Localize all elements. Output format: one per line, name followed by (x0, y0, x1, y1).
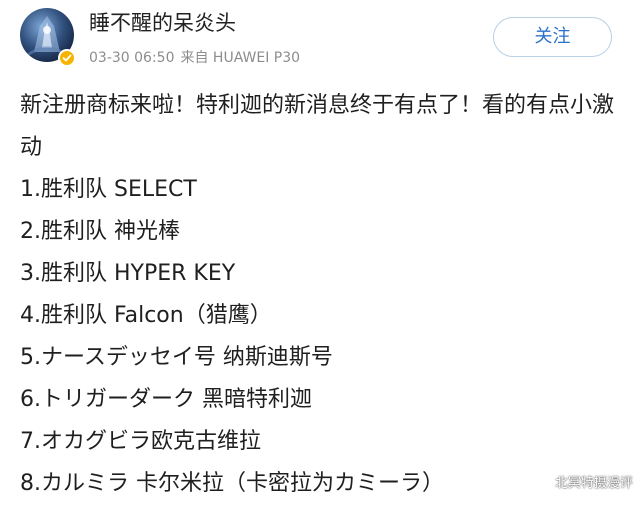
post-intro-text: 新注册商标来啦！特利迦的新消息终于有点了！看的有点小激动 (20, 93, 615, 160)
post-meta: 03-30 06:50 来自 HUAWEI P30 (89, 48, 300, 68)
verified-icon (58, 49, 76, 67)
list-item: 4.胜利队 Falcon（猎鹰） (20, 303, 272, 328)
list-item: 1.胜利队 SELECT (20, 177, 197, 202)
username[interactable]: 睡不醒的呆炎头 (89, 9, 236, 37)
post-source: 来自 HUAWEI P30 (180, 50, 301, 66)
list-item: 7.オカグビラ欧克古维拉 (20, 429, 261, 454)
list-item: 6.トリガーダーク 黑暗特利迦 (20, 387, 312, 412)
trademark-list: 1.胜利队 SELECT 2.胜利队 神光棒 3.胜利队 HYPER KEY 4… (20, 169, 620, 505)
post-timestamp: 03-30 06:50 (89, 50, 175, 66)
list-item: 2.胜利队 神光棒 (20, 219, 180, 244)
list-item: 5.ナースデッセイ号 纳斯迪斯号 (20, 345, 333, 370)
follow-button[interactable]: 关注 (493, 17, 612, 57)
weibo-post: 睡不醒的呆炎头 03-30 06:50 来自 HUAWEI P30 关注 新注册… (0, 0, 641, 499)
post-body: 新注册商标来啦！特利迦的新消息终于有点了！看的有点小激动 1.胜利队 SELEC… (20, 85, 620, 505)
watermark: 北冥特摄漫评 (554, 476, 633, 491)
list-item: 3.胜利队 HYPER KEY (20, 261, 236, 286)
